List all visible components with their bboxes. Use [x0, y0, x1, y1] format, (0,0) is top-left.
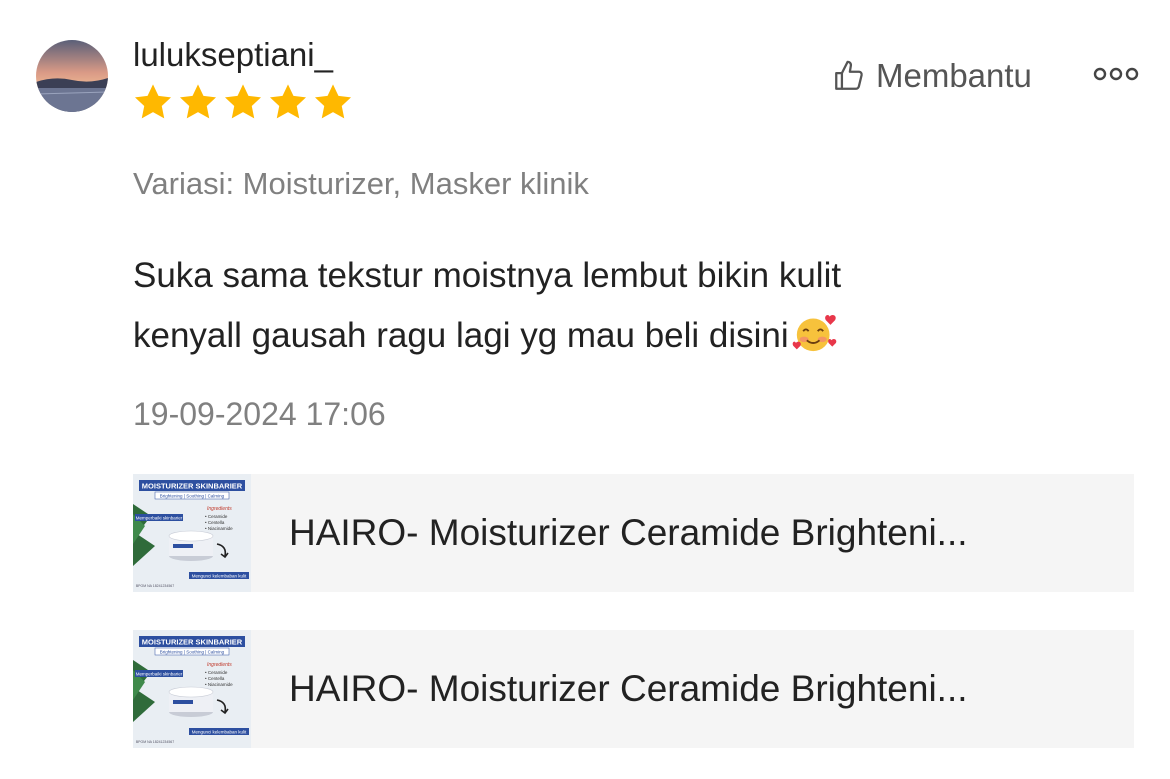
star-icon [224, 84, 262, 119]
thumb-footer: BPOM NA 18241234567 [136, 584, 174, 588]
star-icon [179, 84, 217, 119]
thumb-ingredient: • Ceramide [205, 670, 228, 675]
thumb-ingredients-heading: Ingredients [207, 506, 232, 512]
star-rating [133, 83, 353, 121]
avatar[interactable] [36, 40, 108, 112]
thumb-subline: Brightening | Soothing | Calming [160, 494, 225, 499]
review-comment: Suka sama tekstur moistnya lembut bikin … [133, 246, 1093, 366]
review-date: 19-09-2024 17:06 [133, 396, 386, 432]
thumb-ingredient: • Niacinamide [205, 526, 233, 531]
thumb-bottom-label: Mengunci kelembaban kulit [192, 574, 247, 579]
thumbs-up-icon [835, 60, 863, 90]
thumb-footer: BPOM NA 18241234567 [136, 740, 174, 744]
product-thumbnail: MOISTURIZER SKINBARIER Brightening | Soo… [133, 474, 251, 592]
thumb-headline: MOISTURIZER SKINBARIER [142, 482, 243, 491]
star-icon [314, 84, 352, 119]
star-icon [134, 84, 172, 119]
more-options-icon[interactable] [1093, 64, 1139, 84]
thumb-headline: MOISTURIZER SKINBARIER [142, 638, 243, 647]
product-title[interactable]: HAIRO- Moisturizer Ceramide Brighteni... [289, 668, 968, 710]
product-card[interactable]: MOISTURIZER SKINBARIER Brightening | Soo… [133, 630, 1134, 748]
thumb-ingredient: • Niacinamide [205, 682, 233, 687]
thumb-ingredients-heading: Ingredients [207, 662, 232, 668]
star-icon [269, 84, 307, 119]
thumb-bottom-label: Mengunci kelembaban kulit [192, 730, 247, 735]
comment-line: Suka sama tekstur moistnya lembut bikin … [133, 256, 842, 295]
thumb-subline: Brightening | Soothing | Calming [160, 650, 225, 655]
product-title[interactable]: HAIRO- Moisturizer Ceramide Brighteni... [289, 512, 968, 554]
helpful-label: Membantu [876, 57, 1032, 94]
thumb-ingredient: • Centella [205, 676, 225, 681]
thumb-ingredient: • Centella [205, 520, 225, 525]
product-card[interactable]: MOISTURIZER SKINBARIER Brightening | Soo… [133, 474, 1134, 592]
thumb-ingredient: • Ceramide [205, 514, 228, 519]
product-thumbnail: MOISTURIZER SKINBARIER Brightening | Soo… [133, 630, 251, 748]
comment-line: kenyall gausah ragu lagi yg mau beli dis… [133, 316, 789, 355]
variation-text: Variasi: Moisturizer, Masker klinik [133, 166, 589, 201]
username[interactable]: lulukseptiani_ [133, 36, 333, 74]
thumb-left-label: Memperbaiki skinbarier [136, 672, 183, 677]
smiling-face-with-hearts-icon [792, 314, 837, 352]
helpful-button[interactable]: Membantu [832, 57, 1032, 95]
thumb-left-label: Memperbaiki skinbarier [136, 516, 183, 521]
